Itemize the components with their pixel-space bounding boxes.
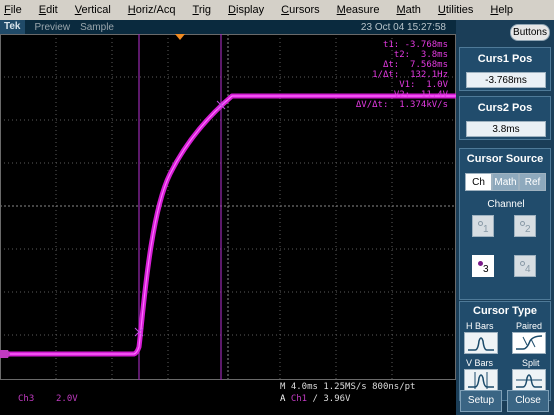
channel-2-number: 2 bbox=[525, 224, 531, 235]
channel-3-number: 3 bbox=[483, 264, 489, 275]
channel-group-label: Channel bbox=[487, 199, 525, 210]
close-button[interactable]: Close bbox=[507, 390, 549, 412]
split-icon bbox=[516, 374, 542, 388]
cursor-readout: t1: -3.768ms t2: 3.8ms Δt: 7.568ms 1/Δt:… bbox=[356, 40, 448, 110]
h-bars-label: H Bars bbox=[466, 321, 494, 331]
timebase-readout[interactable]: M 4.0ms 1.25MS/s 800ns/pt bbox=[280, 382, 415, 392]
bottom-readout-bar: Ch3 2.0V M 4.0ms 1.25MS/s 800ns/pt A Ch1… bbox=[0, 380, 456, 415]
status-bar: Tek Preview Sample 23 Oct 04 15:27:58 bbox=[0, 20, 456, 34]
cursor-type-title: Cursor Type bbox=[473, 305, 537, 317]
split-button[interactable] bbox=[512, 369, 546, 391]
readout-v1: V1: 1.0V bbox=[399, 80, 448, 90]
menu-display[interactable]: Display bbox=[228, 4, 264, 16]
sample-status: Sample bbox=[80, 21, 114, 33]
tab-ch[interactable]: Ch bbox=[465, 173, 492, 191]
paired-icon bbox=[516, 335, 543, 350]
menu-trig[interactable]: Trig bbox=[193, 4, 212, 16]
readout-slope: ΔV/Δt: 1.374kV/s bbox=[355, 100, 448, 110]
readout-v2: V2: 11.4V bbox=[393, 90, 448, 100]
curs2-pos-box: Curs2 Pos 3.8ms bbox=[459, 96, 551, 140]
split-label: Split bbox=[522, 358, 540, 368]
tab-math[interactable]: Math bbox=[492, 173, 519, 191]
menu-vertical[interactable]: Vertical bbox=[75, 4, 111, 16]
v-bars-button[interactable] bbox=[464, 369, 498, 391]
h-bars-icon bbox=[468, 337, 494, 351]
channel-1-button[interactable]: 1 bbox=[472, 215, 494, 237]
menu-file[interactable]: File bbox=[4, 4, 22, 16]
channel-scale[interactable]: 2.0V bbox=[56, 394, 78, 404]
menu-math[interactable]: Math bbox=[396, 4, 420, 16]
channel-label[interactable]: Ch3 bbox=[18, 394, 34, 404]
trigger-source: Ch1 bbox=[290, 394, 308, 404]
preview-status: Preview bbox=[34, 21, 71, 33]
ch3-waveform bbox=[8, 93, 456, 357]
cursor-markers bbox=[134, 100, 226, 337]
h-bars-button[interactable] bbox=[464, 332, 498, 354]
channel-3-button[interactable]: 3 bbox=[472, 255, 494, 277]
menu-help[interactable]: Help bbox=[490, 4, 513, 16]
waveform-display[interactable]: t1: -3.768ms t2: 3.8ms Δt: 7.568ms 1/Δt:… bbox=[0, 34, 456, 380]
v-bars-icon bbox=[468, 372, 494, 389]
trigger-mode: A bbox=[280, 394, 286, 404]
v-bars-label: V Bars bbox=[466, 358, 494, 368]
cursor-source-group: Cursor Source Ch Math Ref Channel 1 2 3 … bbox=[459, 148, 551, 300]
menu-utilities[interactable]: Utilities bbox=[438, 4, 473, 16]
paired-button[interactable] bbox=[512, 332, 546, 354]
curs1-pos-title: Curs1 Pos bbox=[477, 53, 533, 65]
curs1-pos-field[interactable]: -3.768ms bbox=[466, 72, 546, 88]
timestamp: 23 Oct 04 15:27:58 bbox=[360, 21, 446, 33]
channel-4-button[interactable]: 4 bbox=[514, 255, 536, 277]
readout-inv-dt: 1/Δt: 132.1Hz bbox=[372, 70, 448, 80]
buttons-toggle[interactable]: Buttons bbox=[510, 24, 550, 41]
paired-label: Paired bbox=[516, 321, 543, 331]
trigger-level: / 3.96V bbox=[312, 394, 351, 404]
readout-t1: t1: -3.768ms bbox=[382, 40, 448, 50]
ch3-ground-marker[interactable] bbox=[0, 350, 10, 358]
channel-4-number: 4 bbox=[525, 264, 531, 275]
curs2-pos-field[interactable]: 3.8ms bbox=[466, 121, 546, 137]
channel-1-number: 1 bbox=[483, 224, 489, 235]
readout-t2: t2: 3.8ms bbox=[393, 50, 448, 60]
brand-label: Tek bbox=[0, 20, 25, 34]
curs1-pos-box: Curs1 Pos -3.768ms bbox=[459, 47, 551, 91]
cursor-control-panel: Buttons Curs1 Pos -3.768ms Curs2 Pos 3.8… bbox=[456, 20, 554, 415]
setup-button[interactable]: Setup bbox=[460, 390, 502, 412]
trigger-position-marker[interactable] bbox=[175, 34, 185, 40]
tab-ref[interactable]: Ref bbox=[519, 173, 546, 191]
trigger-readout[interactable]: A Ch1 / 3.96V bbox=[280, 394, 350, 404]
channel-2-button[interactable]: 2 bbox=[514, 215, 536, 237]
menu-horiz-acq[interactable]: Horiz/Acq bbox=[128, 4, 176, 16]
cursor-type-group: Cursor Type H Bars Paired V Bars Split bbox=[459, 301, 551, 401]
menu-measure[interactable]: Measure bbox=[337, 4, 380, 16]
readout-dt: Δt: 7.568ms bbox=[382, 60, 448, 70]
menu-cursors[interactable]: Cursors bbox=[281, 4, 320, 16]
source-tabs: Ch Math Ref bbox=[465, 173, 546, 191]
curs2-pos-title: Curs2 Pos bbox=[477, 102, 533, 114]
cursor-source-title: Cursor Source bbox=[466, 153, 544, 165]
menu-edit[interactable]: Edit bbox=[39, 4, 58, 16]
menu-bar: File Edit Vertical Horiz/Acq Trig Displa… bbox=[0, 0, 554, 20]
